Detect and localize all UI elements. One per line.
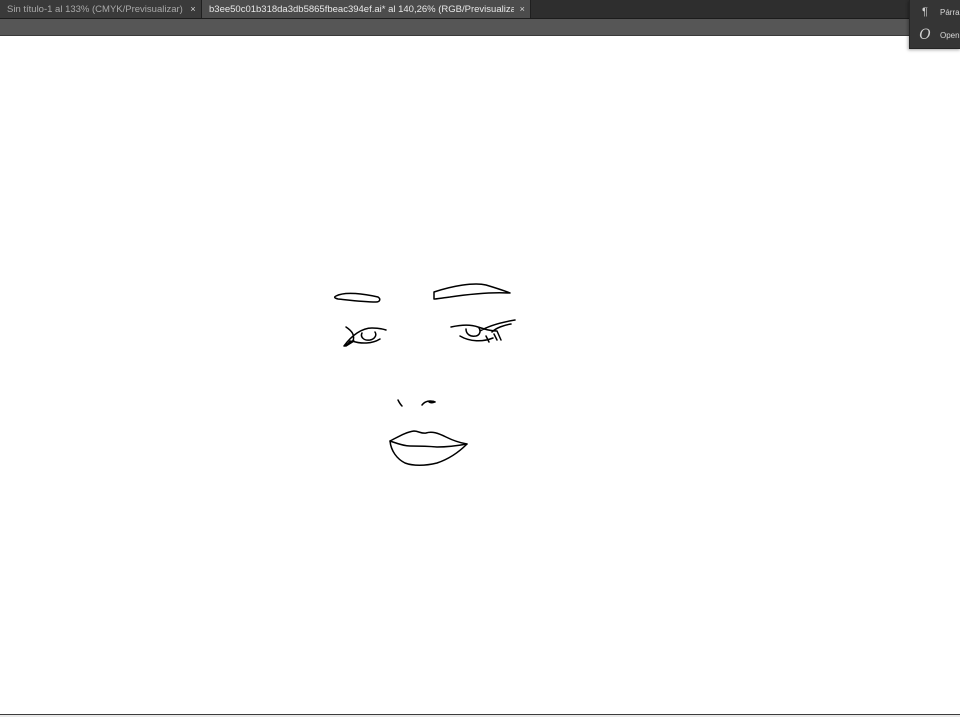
right-eye [450, 319, 516, 343]
document-tab-bar: Sin título-1 al 133% (CMYK/Previsualizar… [0, 0, 960, 19]
face-line-drawing [333, 283, 516, 466]
panel-item-label: Párra [940, 7, 960, 17]
close-icon[interactable]: × [185, 4, 201, 14]
right-eyebrow [433, 283, 511, 300]
panel-item-opentype[interactable]: O Open [910, 24, 960, 46]
upper-lip [389, 430, 468, 448]
panel-item-label: Open [940, 30, 960, 40]
panel-item-paragraph[interactable]: ¶ Párra [910, 1, 960, 23]
paragraph-icon: ¶ [922, 6, 928, 18]
tab-active-document[interactable]: b3ee50c01b318da3db5865fbeac394ef.ai* al … [202, 0, 531, 18]
illustrator-window: Sin título-1 al 133% (CMYK/Previsualizar… [0, 0, 960, 717]
nose-left-nostril [397, 399, 403, 407]
floating-panel: ¶ Párra O Open [909, 0, 960, 49]
left-eyebrow [333, 292, 381, 303]
tab-label: b3ee50c01b318da3db5865fbeac394ef.ai* al … [209, 3, 515, 15]
tab-sin-titulo[interactable]: Sin título-1 al 133% (CMYK/Previsualizar… [0, 0, 202, 18]
tab-label: Sin título-1 al 133% (CMYK/Previsualizar… [7, 3, 183, 15]
close-icon[interactable]: × [514, 4, 530, 14]
control-strip [0, 19, 960, 36]
opentype-icon: O [919, 27, 931, 43]
artboard-canvas[interactable] [0, 36, 960, 714]
